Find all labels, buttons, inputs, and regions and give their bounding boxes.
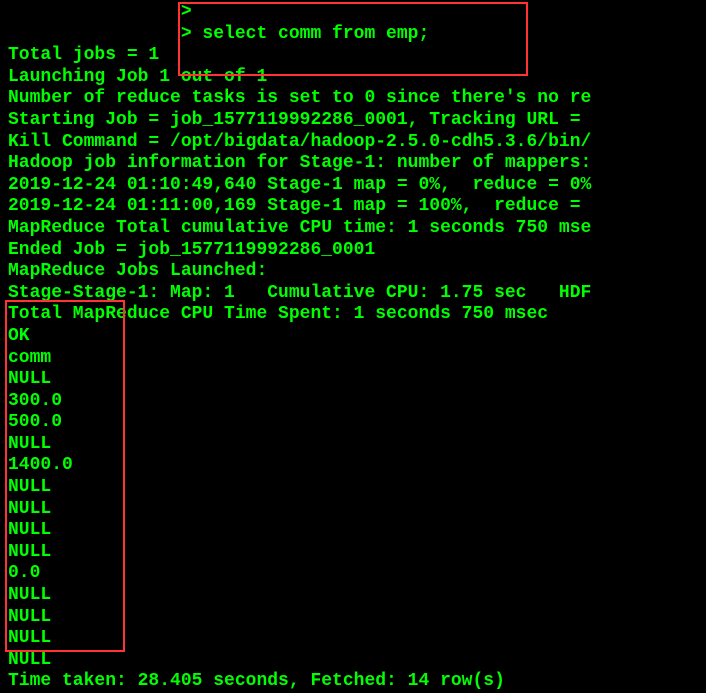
output-line: Total MapReduce CPU Time Spent: 1 second…: [8, 304, 698, 326]
prompt-line-1: >: [8, 2, 698, 24]
output-line: Starting Job = job_1577119992286_0001, T…: [8, 110, 698, 132]
result-row: 1400.0: [8, 455, 698, 477]
prompt-line-2: > select comm from emp;: [8, 24, 698, 46]
result-row: NULL: [8, 434, 698, 456]
result-row: NULL: [8, 628, 698, 650]
result-row: NULL: [8, 542, 698, 564]
result-row: 300.0: [8, 391, 698, 413]
output-line: Launching Job 1 out of 1: [8, 67, 698, 89]
output-line: Hadoop job information for Stage-1: numb…: [8, 153, 698, 175]
output-line: Number of reduce tasks is set to 0 since…: [8, 88, 698, 110]
result-row: NULL: [8, 650, 698, 672]
output-line: MapReduce Total cumulative CPU time: 1 s…: [8, 218, 698, 240]
result-row: NULL: [8, 607, 698, 629]
output-line: Kill Command = /opt/bigdata/hadoop-2.5.0…: [8, 132, 698, 154]
result-row: 0.0: [8, 563, 698, 585]
output-line: Ended Job = job_1577119992286_0001: [8, 240, 698, 262]
result-row: NULL: [8, 520, 698, 542]
output-line: 2019-12-24 01:10:49,640 Stage-1 map = 0%…: [8, 175, 698, 197]
result-row: NULL: [8, 499, 698, 521]
output-line: Stage-Stage-1: Map: 1 Cumulative CPU: 1.…: [8, 283, 698, 305]
output-line: OK: [8, 326, 698, 348]
footer-line: Time taken: 28.405 seconds, Fetched: 14 …: [8, 671, 698, 693]
result-row: NULL: [8, 477, 698, 499]
result-header: comm: [8, 348, 698, 370]
output-line: MapReduce Jobs Launched:: [8, 261, 698, 283]
result-row: 500.0: [8, 412, 698, 434]
output-line: 2019-12-24 01:11:00,169 Stage-1 map = 10…: [8, 196, 698, 218]
output-line: Total jobs = 1: [8, 45, 698, 67]
result-row: NULL: [8, 585, 698, 607]
result-row: NULL: [8, 369, 698, 391]
